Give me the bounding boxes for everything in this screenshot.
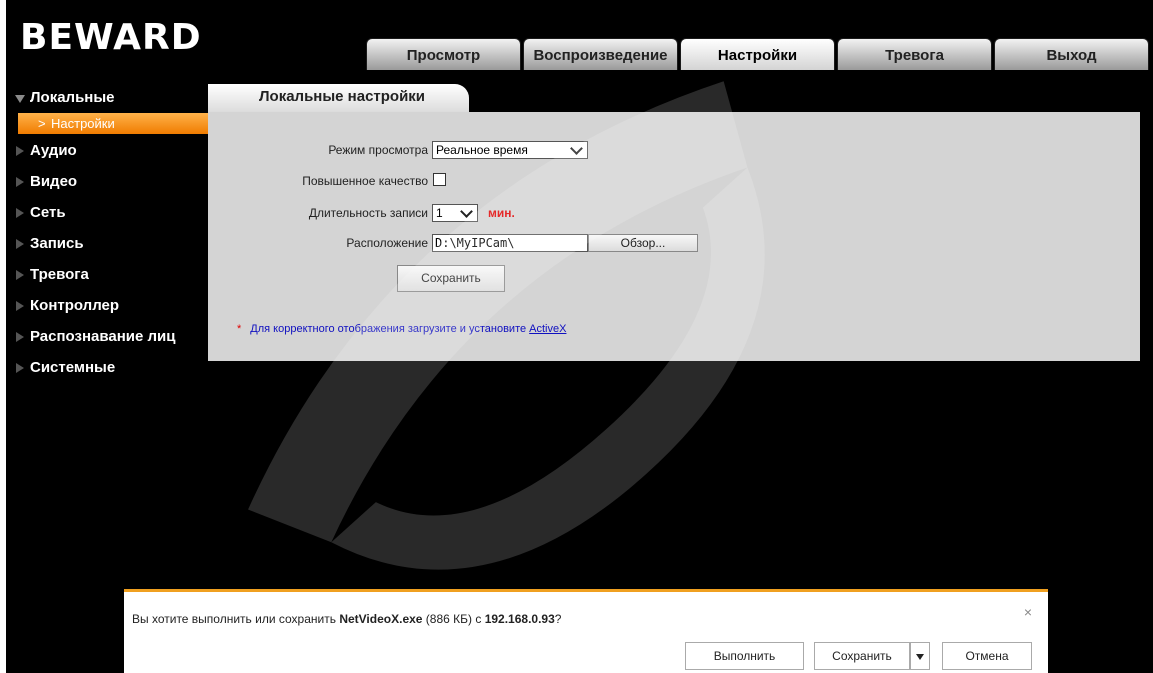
- tab-playback[interactable]: Воспроизведение: [523, 38, 678, 70]
- dropdown-arrow-icon: [916, 653, 924, 660]
- cancel-button[interactable]: Отмена: [942, 642, 1032, 670]
- download-suffix: ?: [554, 612, 562, 626]
- app-window: BEWARD Просмотр Воспроизведение Настройк…: [6, 0, 1153, 673]
- duration-value: 1: [436, 206, 443, 220]
- sidebar-subitem-settings[interactable]: > Настройки: [18, 113, 208, 134]
- sidebar-item-network[interactable]: Сеть: [6, 201, 210, 232]
- activex-note: * Для корректного отображения загрузите и…: [237, 323, 566, 335]
- sidebar-item-face-recognition[interactable]: Распознавание лиц: [6, 325, 210, 356]
- tab-view[interactable]: Просмотр: [366, 38, 521, 70]
- collapsed-triangle-icon: [16, 208, 24, 218]
- sidebar-item-alarm[interactable]: Тревога: [6, 263, 210, 294]
- chevron-right-icon: >: [38, 116, 46, 131]
- collapsed-triangle-icon: [16, 146, 24, 156]
- tab-exit[interactable]: Выход: [994, 38, 1149, 70]
- download-prefix: Вы хотите выполнить или сохранить: [132, 612, 340, 626]
- sidebar-item-audio[interactable]: Аудио: [6, 139, 210, 170]
- quality-label: Повышенное качество: [302, 174, 428, 188]
- close-icon[interactable]: ×: [1024, 604, 1032, 620]
- download-host: 192.168.0.93: [484, 612, 555, 626]
- collapsed-triangle-icon: [16, 177, 24, 187]
- sidebar-item-label: Запись: [30, 235, 84, 252]
- sidebar-item-label: Аудио: [30, 142, 77, 159]
- duration-unit: мин.: [488, 206, 515, 220]
- save-options-dropdown[interactable]: [910, 642, 930, 670]
- location-label: Расположение: [346, 236, 428, 250]
- download-message: Вы хотите выполнить или сохранить NetVid…: [132, 612, 561, 626]
- view-mode-value: Реальное время: [436, 143, 528, 157]
- local-settings-panel: Режим просмотра Реальное время Повышенно…: [208, 112, 1140, 361]
- tab-settings[interactable]: Настройки: [680, 38, 835, 70]
- sidebar-item-controller[interactable]: Контроллер: [6, 294, 210, 325]
- chevron-down-icon: [460, 205, 473, 218]
- sidebar-item-label: Сеть: [30, 204, 66, 221]
- sidebar-item-label: Локальные: [30, 89, 115, 106]
- collapsed-triangle-icon: [16, 301, 24, 311]
- sidebar-item-label: Тревога: [30, 266, 89, 283]
- duration-label: Длительность записи: [308, 206, 428, 220]
- location-input[interactable]: D:\MyIPCam\: [432, 234, 588, 252]
- content-tab-title: Локальные настройки: [259, 88, 426, 105]
- activex-link[interactable]: ActiveX: [529, 323, 566, 335]
- run-button[interactable]: Выполнить: [685, 642, 804, 670]
- save-download-button[interactable]: Сохранить: [814, 642, 910, 670]
- download-filename: NetVideoX.exe: [339, 612, 423, 626]
- browse-button[interactable]: Обзор...: [588, 234, 698, 252]
- view-mode-select[interactable]: Реальное время: [432, 141, 588, 159]
- download-size: (886 КБ) с: [422, 612, 485, 626]
- sidebar-item-record[interactable]: Запись: [6, 232, 210, 263]
- activex-note-text: Для корректного отображения загрузите и …: [250, 323, 530, 335]
- duration-select[interactable]: 1: [432, 204, 478, 222]
- sidebar: Локальные > Настройки Аудио Видео Сеть З…: [6, 86, 210, 387]
- sidebar-item-video[interactable]: Видео: [6, 170, 210, 201]
- chevron-down-icon: [570, 142, 583, 155]
- expanded-triangle-icon: [15, 95, 25, 103]
- sidebar-item-label: Системные: [30, 359, 116, 376]
- collapsed-triangle-icon: [16, 363, 24, 373]
- quality-checkbox[interactable]: [433, 173, 446, 186]
- sidebar-subitem-label: Настройки: [51, 116, 115, 131]
- sidebar-item-label: Распознавание лиц: [30, 328, 176, 345]
- sidebar-item-system[interactable]: Системные: [6, 356, 210, 387]
- beward-logo: BEWARD: [20, 17, 202, 58]
- download-bar: Вы хотите выполнить или сохранить NetVid…: [124, 589, 1048, 673]
- content-tab: Локальные настройки: [208, 84, 469, 112]
- save-button[interactable]: Сохранить: [397, 265, 505, 292]
- collapsed-triangle-icon: [16, 270, 24, 280]
- collapsed-triangle-icon: [16, 239, 24, 249]
- required-star: *: [237, 323, 242, 335]
- tab-alarm[interactable]: Тревога: [837, 38, 992, 70]
- view-mode-label: Режим просмотра: [328, 143, 428, 157]
- sidebar-item-label: Контроллер: [30, 297, 120, 314]
- sidebar-item-label: Видео: [30, 173, 78, 190]
- collapsed-triangle-icon: [16, 332, 24, 342]
